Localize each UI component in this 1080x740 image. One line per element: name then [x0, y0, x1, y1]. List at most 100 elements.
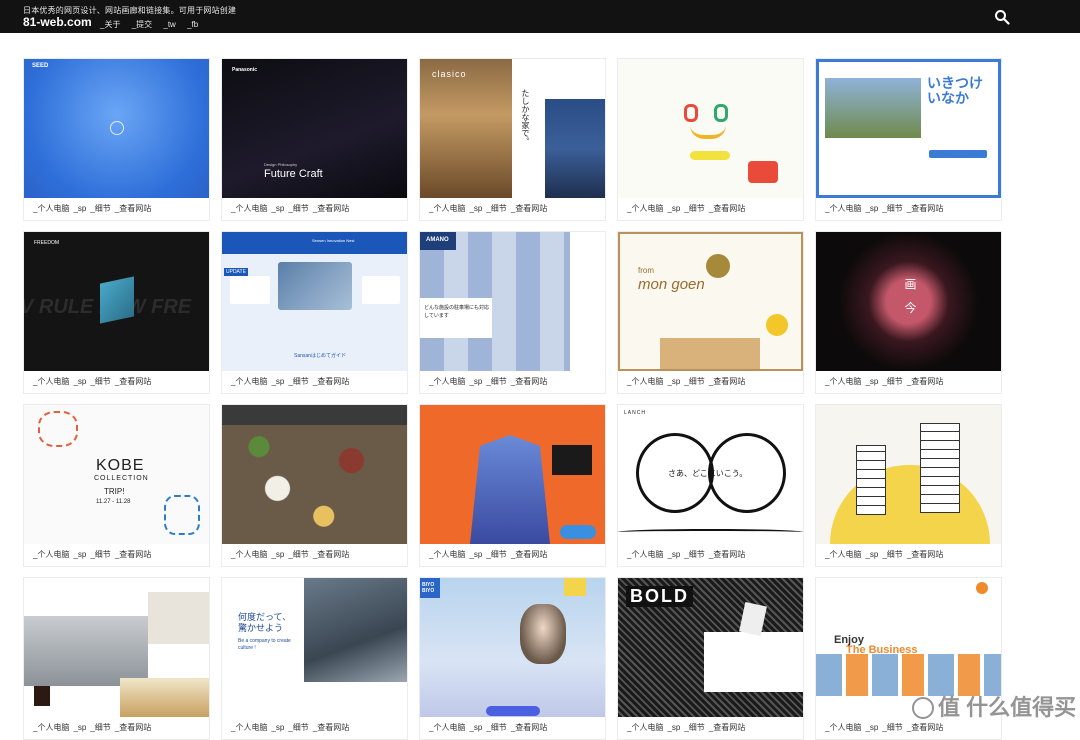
detail-link[interactable]: _细节 [486, 204, 506, 213]
site-thumbnail[interactable]: BOLD [618, 578, 803, 717]
site-thumbnail[interactable]: Sensen Innovation Nest UPDATE Sansanはじめて… [222, 232, 407, 371]
view-site-link[interactable]: _查看网站 [511, 377, 547, 386]
site-thumbnail[interactable]: BIYO BIYO [420, 578, 605, 717]
site-thumbnail[interactable]: KOBE COLLECTION TRIP! 11.27 - 11.28 [24, 405, 209, 544]
site-thumbnail[interactable]: 画 今 [816, 232, 1001, 371]
site-thumbnail[interactable]: 何度だって、驚かせよう Be a company to create cultu… [222, 578, 407, 717]
site-thumbnail[interactable] [420, 405, 605, 544]
detail-link[interactable]: _细节 [882, 550, 902, 559]
pc-link[interactable]: _个人电脑 [627, 377, 663, 386]
gallery-card[interactable]: from mon goen _个人电脑 _sp _细节 _查看网站 [617, 231, 804, 394]
view-site-link[interactable]: _查看网站 [511, 550, 547, 559]
pc-link[interactable]: _个人电脑 [825, 550, 861, 559]
gallery-card[interactable]: _个人电脑 _sp _细节 _查看网站 [617, 58, 804, 221]
view-site-link[interactable]: _查看网站 [907, 550, 943, 559]
gallery-card[interactable]: LANCH さあ、どこにいこう。 _个人电脑 _sp _细节 _查看网站 [617, 404, 804, 567]
gallery-card[interactable]: _个人电脑 _sp _细节 _查看网站 [419, 404, 606, 567]
site-thumbnail[interactable]: Panasonic Design Philosophy Future Craft [222, 59, 407, 198]
gallery-card[interactable]: _个人电脑 _sp _细节 _查看网站 [815, 404, 1002, 567]
view-site-link[interactable]: _查看网站 [907, 204, 943, 213]
site-thumbnail[interactable] [618, 59, 803, 198]
sp-link[interactable]: _sp [469, 550, 482, 559]
sp-link[interactable]: _sp [667, 550, 680, 559]
view-site-link[interactable]: _查看网站 [511, 204, 547, 213]
gallery-card[interactable]: BIYO BIYO _个人电脑 _sp _细节 _查看网站 [419, 577, 606, 740]
pc-link[interactable]: _个人电脑 [627, 550, 663, 559]
view-site-link[interactable]: _查看网站 [709, 377, 745, 386]
gallery-card[interactable]: KOBE COLLECTION TRIP! 11.27 - 11.28 _个人电… [23, 404, 210, 567]
watermark: 值 什么值得买 [912, 690, 1076, 722]
site-thumbnail[interactable]: clasico たしかな家で。 [420, 59, 605, 198]
gallery-card[interactable]: FREEDOM V RULE NEW FRE _个人电脑 _sp _细节 _查看网站 [23, 231, 210, 394]
view-site-link[interactable]: _查看网站 [115, 550, 151, 559]
gallery-card[interactable]: Panasonic Design Philosophy Future Craft… [221, 58, 408, 221]
sp-link[interactable]: _sp [865, 377, 878, 386]
pc-link[interactable]: _个人电脑 [825, 377, 861, 386]
detail-link[interactable]: _细节 [288, 550, 308, 559]
sp-link[interactable]: _sp [667, 377, 680, 386]
view-site-link[interactable]: _查看网站 [313, 377, 349, 386]
sp-link[interactable]: _sp [271, 550, 284, 559]
site-thumbnail[interactable]: FREEDOM V RULE NEW FRE [24, 232, 209, 371]
site-thumbnail[interactable]: SEED [24, 59, 209, 198]
detail-link[interactable]: _细节 [882, 377, 902, 386]
sp-link[interactable]: _sp [271, 377, 284, 386]
pc-link[interactable]: _个人电脑 [429, 204, 465, 213]
site-thumbnail[interactable] [816, 405, 1001, 544]
pc-link[interactable]: _个人电脑 [33, 550, 69, 559]
gallery-card[interactable]: SEED _个人电脑 _sp _细节 _查看网站 [23, 58, 210, 221]
gallery-card[interactable]: Sensen Innovation Nest UPDATE Sansanはじめて… [221, 231, 408, 394]
thumb-text: 11.27 - 11.28 [96, 499, 131, 505]
sp-link[interactable]: _sp [865, 550, 878, 559]
gallery-card[interactable]: 何度だって、驚かせよう Be a company to create cultu… [221, 577, 408, 740]
site-thumbnail[interactable]: AMANO どんな施設の駐車場にも対応しています [420, 232, 605, 371]
gallery-card[interactable]: いきつけ いなか _个人电脑 _sp _细节 _查看网站 [815, 58, 1002, 221]
detail-link[interactable]: _细节 [486, 377, 506, 386]
detail-link[interactable]: _细节 [486, 550, 506, 559]
sp-link[interactable]: _sp [469, 377, 482, 386]
view-site-link[interactable]: _查看网站 [313, 204, 349, 213]
gallery-card[interactable]: 画 今 _个人电脑 _sp _细节 _查看网站 [815, 231, 1002, 394]
sp-link[interactable]: _sp [271, 204, 284, 213]
sp-link[interactable]: _sp [73, 204, 86, 213]
site-thumbnail[interactable]: いきつけ いなか [816, 59, 1001, 198]
view-site-link[interactable]: _查看网站 [115, 204, 151, 213]
gallery-card[interactable]: _个人电脑 _sp _细节 _查看网站 [23, 577, 210, 740]
pc-link[interactable]: _个人电脑 [429, 377, 465, 386]
detail-link[interactable]: _细节 [684, 377, 704, 386]
gallery-card[interactable]: clasico たしかな家で。 _个人电脑 _sp _细节 _查看网站 [419, 58, 606, 221]
pc-link[interactable]: _个人电脑 [627, 204, 663, 213]
pc-link[interactable]: _个人电脑 [33, 204, 69, 213]
pc-link[interactable]: _个人电脑 [33, 377, 69, 386]
sp-link[interactable]: _sp [73, 550, 86, 559]
detail-link[interactable]: _细节 [882, 204, 902, 213]
pc-link[interactable]: _个人电脑 [825, 204, 861, 213]
detail-link[interactable]: _细节 [90, 377, 110, 386]
view-site-link[interactable]: _查看网站 [907, 377, 943, 386]
pc-link[interactable]: _个人电脑 [231, 377, 267, 386]
view-site-link[interactable]: _查看网站 [313, 550, 349, 559]
sp-link[interactable]: _sp [469, 204, 482, 213]
site-thumbnail[interactable]: LANCH さあ、どこにいこう。 [618, 405, 803, 544]
detail-link[interactable]: _细节 [288, 204, 308, 213]
sp-link[interactable]: _sp [667, 204, 680, 213]
pc-link[interactable]: _个人电脑 [231, 204, 267, 213]
site-thumbnail[interactable] [222, 405, 407, 544]
sp-link[interactable]: _sp [865, 204, 878, 213]
pc-link[interactable]: _个人电脑 [231, 550, 267, 559]
detail-link[interactable]: _细节 [684, 204, 704, 213]
site-thumbnail[interactable] [24, 578, 209, 717]
view-site-link[interactable]: _查看网站 [115, 377, 151, 386]
detail-link[interactable]: _细节 [684, 550, 704, 559]
detail-link[interactable]: _细节 [288, 377, 308, 386]
detail-link[interactable]: _细节 [90, 550, 110, 559]
gallery-card[interactable]: AMANO どんな施設の駐車場にも対応しています _个人电脑 _sp _细节 _查看网… [419, 231, 606, 394]
sp-link[interactable]: _sp [73, 377, 86, 386]
gallery-card[interactable]: BOLD _个人电脑 _sp _细节 _查看网站 [617, 577, 804, 740]
view-site-link[interactable]: _查看网站 [709, 204, 745, 213]
site-thumbnail[interactable]: from mon goen [618, 232, 803, 371]
view-site-link[interactable]: _查看网站 [709, 550, 745, 559]
detail-link[interactable]: _细节 [90, 204, 110, 213]
gallery-card[interactable]: _个人电脑 _sp _细节 _查看网站 [221, 404, 408, 567]
pc-link[interactable]: _个人电脑 [429, 550, 465, 559]
